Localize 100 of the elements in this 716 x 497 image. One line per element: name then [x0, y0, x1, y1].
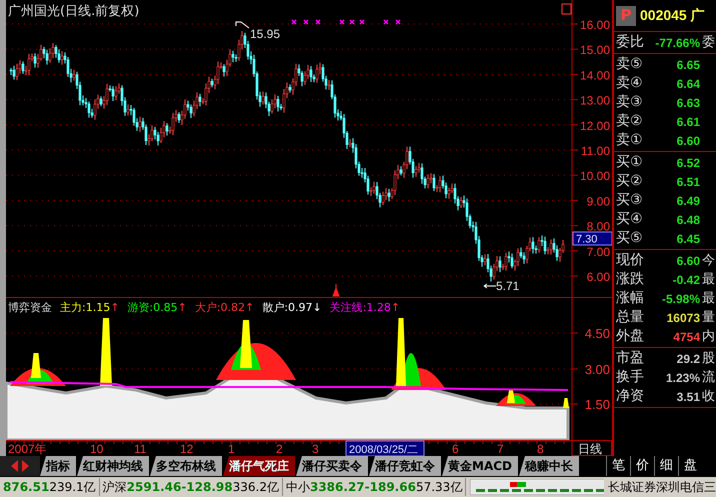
quote-label: 收: [702, 388, 716, 406]
indicator-name: 博弈资金: [8, 300, 52, 316]
indicator-tab[interactable]: 指标: [40, 456, 76, 476]
legend-item: 主力:1.15↑: [60, 300, 120, 316]
quote-value: -0.42: [672, 272, 701, 288]
quote-value: 6.49: [676, 192, 701, 210]
quote-value: 4754: [672, 328, 701, 346]
axis-label: 15.00: [580, 43, 610, 58]
indicator-tab[interactable]: 多空布林线: [150, 456, 222, 476]
quote-label: 买④: [616, 210, 644, 229]
quote-value: 6.63: [676, 94, 701, 112]
axis-label: 9.00: [586, 194, 610, 208]
status-text: 336.2亿: [232, 479, 279, 496]
date-label: 11: [134, 442, 146, 456]
axis-label: 13.00: [580, 94, 610, 108]
period-label: 日线: [572, 440, 612, 456]
stock-name: 广: [690, 6, 705, 25]
status-text: 沪深: [102, 479, 127, 496]
axis-label: 8.00: [586, 220, 610, 234]
quote-label: 买①: [616, 153, 644, 172]
quote-label: 股: [702, 350, 716, 368]
status-text: 3386.27: [310, 479, 365, 496]
date-label: 7: [497, 442, 504, 456]
axis-label: 6.00: [586, 270, 610, 284]
quote-value: 1.23%: [664, 370, 701, 386]
axis-label: 12.00: [580, 118, 610, 133]
quote-value: 6.48: [676, 212, 701, 228]
axis-label: 14.00: [580, 68, 610, 82]
quote-label: 量: [702, 308, 716, 327]
date-label: 2: [276, 442, 283, 456]
quote-label: 现价: [616, 251, 645, 270]
date-label: 8: [537, 442, 544, 456]
broker-name: 长城证券深圳电信三: [608, 479, 716, 496]
scroll-right-icon[interactable]: [21, 460, 30, 472]
quote-value: 6.52: [676, 154, 701, 172]
indicator-tab[interactable]: 黄金MACD: [442, 456, 518, 476]
quote-value: 6.45: [676, 230, 701, 248]
status-text: 中小: [286, 479, 310, 496]
quote-value: 6.64: [676, 76, 701, 92]
quote-value: 6.65: [676, 56, 701, 74]
quote-label: 卖③: [616, 93, 644, 112]
quote-value: 16073: [666, 310, 701, 326]
status-text: 876.51: [3, 479, 50, 496]
chart-title: 广州国光(日线.前复权): [8, 4, 140, 19]
status-text: 239.1亿: [49, 479, 96, 496]
scroll-left-icon[interactable]: [10, 460, 19, 472]
indicator-tab[interactable]: 潘仔买卖令: [296, 456, 368, 476]
legend-item: 散户:0.97↓: [262, 300, 322, 316]
quote-label: 委比: [616, 33, 645, 52]
quote-value: 6.61: [676, 114, 701, 130]
date-label: 10: [90, 442, 104, 456]
arrow-icon: [484, 284, 496, 288]
marker-icon: [332, 284, 340, 296]
date-label: 2007年: [8, 442, 47, 456]
axis-label: 3.00: [584, 362, 610, 377]
axis-label: 16.00: [580, 18, 610, 32]
quote-value: 6.60: [676, 132, 701, 150]
quote-value: -77.66%: [654, 34, 701, 52]
quote-value: 6.51: [676, 174, 701, 190]
quote-label: 最: [702, 290, 716, 308]
date-label: 1: [228, 442, 235, 456]
legend-item: 大户:0.82↑: [194, 300, 254, 316]
legend-item: 游资:0.85↑: [127, 300, 187, 316]
quote-label: 买②: [616, 172, 644, 191]
indicator-tab[interactable]: 稳赚中长: [519, 456, 579, 476]
status-text: 2591.46: [126, 479, 182, 496]
status-text: -128.98: [181, 479, 233, 496]
current-price-tag: 7.30: [572, 232, 612, 246]
quote-label: 卖①: [616, 131, 644, 150]
quote-label: 卖④: [616, 74, 644, 93]
status-text: -189.66: [364, 479, 416, 496]
restore-icon: [562, 4, 572, 14]
quote-label: 总量: [616, 308, 645, 327]
high-price-label: 15.95: [250, 27, 280, 41]
cursor-date: 2008/03/25/二: [346, 440, 424, 456]
quote-label: 涨幅: [616, 289, 645, 308]
low-price-label: 5.71: [496, 279, 520, 293]
axis-label: 11.00: [580, 144, 610, 158]
quote-label: 外盘: [616, 327, 645, 346]
quote-label: 内: [702, 328, 716, 346]
indicator-tab[interactable]: 潘仔竞虹令: [369, 456, 441, 476]
quote-label: 委: [702, 34, 716, 52]
quote-label: 换手: [616, 368, 645, 387]
quote-label: 市盈: [616, 349, 645, 368]
quote-value: -5.98%: [660, 290, 701, 308]
stock-code: 002045: [640, 6, 687, 25]
date-label: 3: [312, 442, 319, 456]
quote-value: 29.2: [676, 350, 701, 368]
axis-label: 10.00: [580, 169, 610, 184]
badge-icon: P: [616, 6, 636, 26]
quote-value: 6.60: [676, 252, 701, 270]
quote-label: 卖⑤: [616, 55, 644, 74]
legend-item: 关注线:1.28↑: [330, 300, 400, 316]
indicator-tab[interactable]: 红财神均线: [77, 456, 149, 476]
date-label: 12: [180, 442, 194, 456]
quote-value: 3.51: [676, 388, 701, 406]
quote-label: 净资: [616, 387, 645, 406]
date-label: 6: [452, 442, 459, 456]
quote-label: 卖②: [616, 112, 644, 131]
indicator-tab[interactable]: 潘仔气死庄: [223, 456, 295, 476]
